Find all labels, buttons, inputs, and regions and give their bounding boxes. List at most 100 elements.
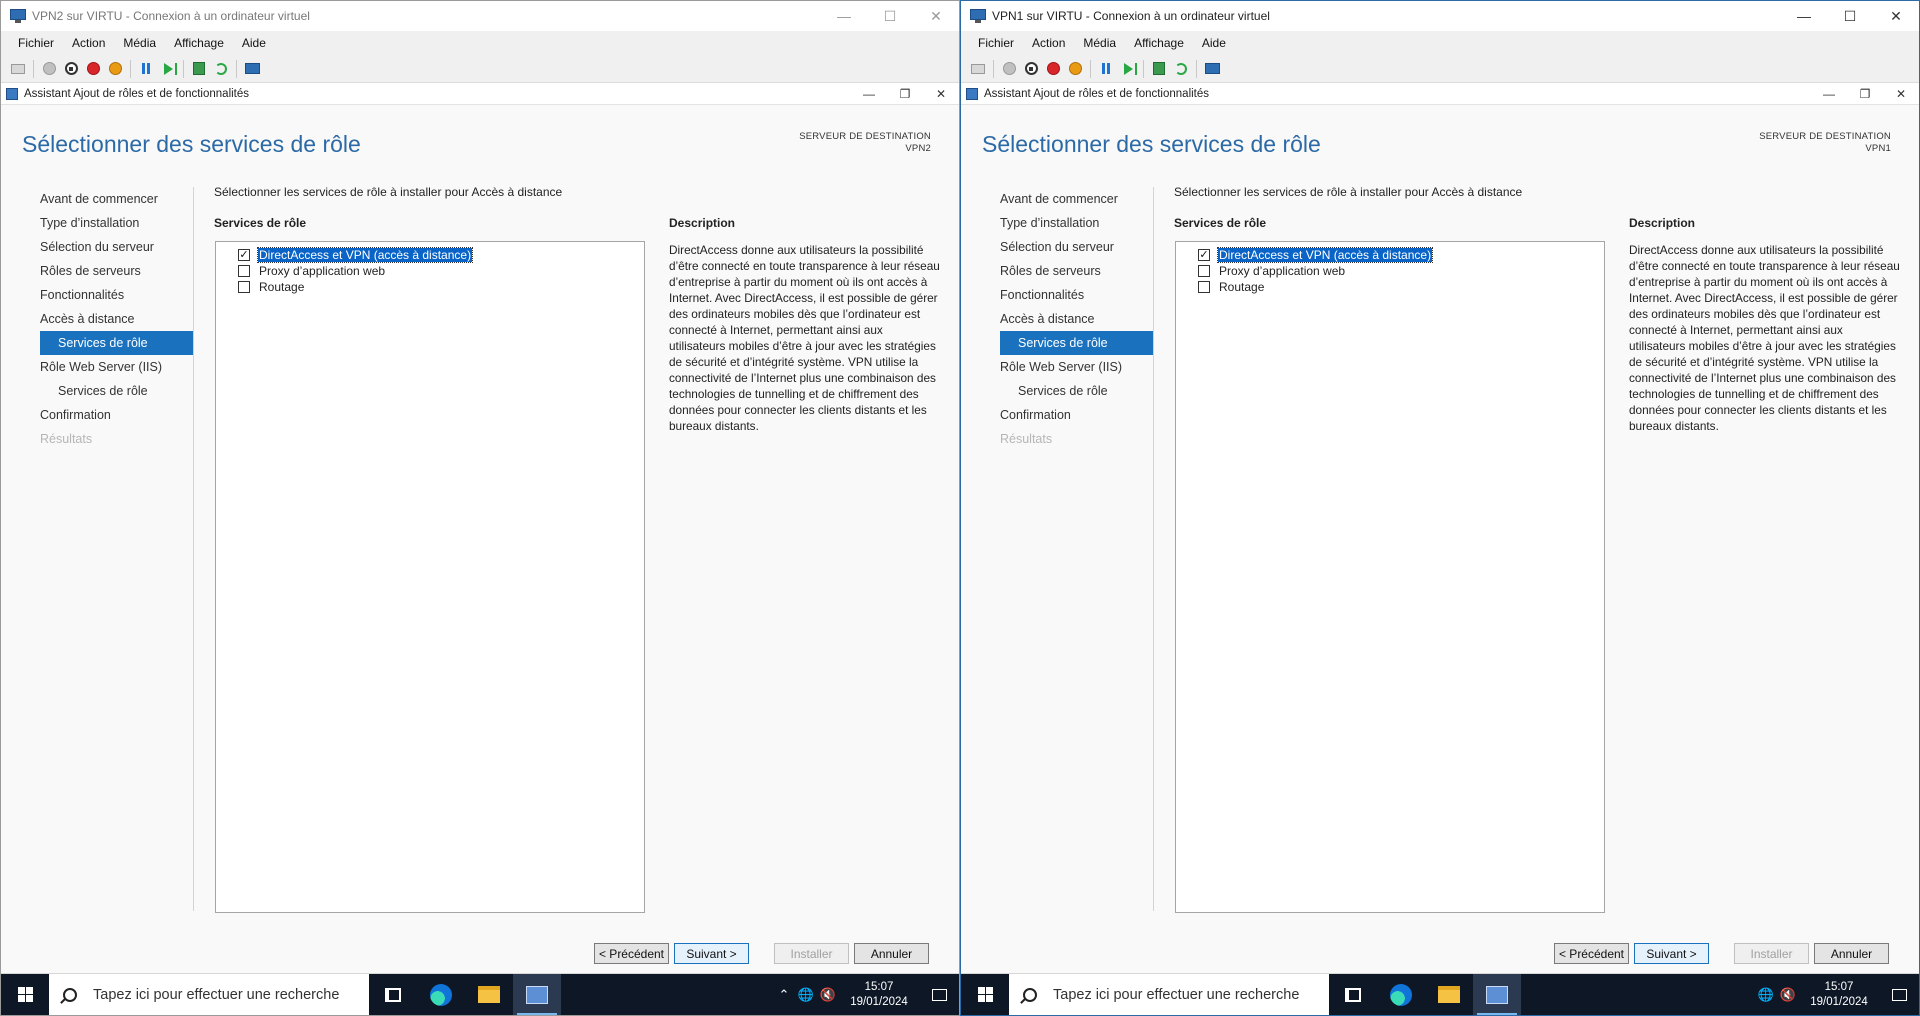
role-service-item[interactable]: ✓ DirectAccess et VPN (accès à distance) [1176, 247, 1604, 263]
wizard-nav-item[interactable]: Sélection du serveur [1000, 235, 1153, 259]
role-service-item[interactable]: Proxy d’application web [1176, 263, 1604, 279]
pause-icon[interactable] [1098, 61, 1114, 77]
shutdown-icon[interactable] [85, 61, 101, 77]
role-service-item[interactable]: Routage [1176, 279, 1604, 295]
menu-fichier[interactable]: Fichier [969, 36, 1023, 50]
reset-icon[interactable] [160, 61, 177, 77]
wizard-nav-item[interactable]: Services de rôle [40, 379, 193, 403]
windows-start-icon[interactable] [961, 974, 1009, 1015]
menu-aide[interactable]: Aide [233, 36, 275, 50]
wizard-nav-item[interactable]: Fonctionnalités [40, 283, 193, 307]
vm-titlebar[interactable]: VPN1 sur VIRTU - Connexion à un ordinate… [961, 1, 1919, 31]
role-service-checkbox[interactable] [1198, 265, 1210, 277]
close-icon[interactable]: ✕ [923, 83, 959, 105]
enhanced-session-icon[interactable] [244, 61, 260, 77]
vm-titlebar[interactable]: VPN2 sur VIRTU - Connexion à un ordinate… [1, 1, 959, 31]
previous-button[interactable]: < Précédent [1554, 943, 1629, 964]
role-services-list[interactable]: ✓ DirectAccess et VPN (accès à distance) P… [1175, 241, 1605, 913]
network-globe-icon[interactable]: 🌐 [1755, 987, 1777, 1003]
taskbar-clock[interactable]: 15:07 19/01/2024 [1799, 980, 1879, 1010]
task-view-icon[interactable] [369, 974, 417, 1015]
wizard-nav-item[interactable]: Fonctionnalités [1000, 283, 1153, 307]
maximize-icon[interactable]: ☐ [1827, 1, 1873, 31]
restore-icon[interactable]: ❐ [887, 83, 923, 105]
save-icon[interactable] [1067, 61, 1083, 77]
wizard-nav-item[interactable]: Accès à distance [1000, 307, 1153, 331]
chevron-up-icon[interactable]: ⌃ [773, 987, 795, 1003]
task-view-icon[interactable] [1329, 974, 1377, 1015]
revert-icon[interactable] [1173, 61, 1189, 77]
ctrl-alt-del-icon[interactable] [970, 61, 986, 77]
wizard-nav-item[interactable]: Accès à distance [40, 307, 193, 331]
minimize-icon[interactable]: — [1781, 1, 1827, 31]
enhanced-session-icon[interactable] [1204, 61, 1220, 77]
wizard-nav-item[interactable]: Services de rôle [1000, 331, 1153, 355]
taskbar-clock[interactable]: 15:07 19/01/2024 [839, 980, 919, 1010]
wizard-titlebar[interactable]: Assistant Ajout de rôles et de fonctionn… [1, 83, 959, 105]
close-icon[interactable]: ✕ [913, 1, 959, 31]
volume-muted-icon[interactable]: 🔇 [817, 987, 839, 1003]
wizard-nav-item[interactable]: Type d’installation [1000, 211, 1153, 235]
role-service-checkbox[interactable] [238, 281, 250, 293]
menu-aide[interactable]: Aide [1193, 36, 1235, 50]
maximize-icon[interactable]: ☐ [867, 1, 913, 31]
minimize-icon[interactable]: — [1811, 83, 1847, 105]
minimize-icon[interactable]: — [821, 1, 867, 31]
checkpoint-icon[interactable] [1151, 61, 1167, 77]
wizard-nav-item[interactable]: Confirmation [40, 403, 193, 427]
wizard-nav-item[interactable]: Rôles de serveurs [1000, 259, 1153, 283]
windows-start-icon[interactable] [1, 974, 49, 1015]
role-service-checkbox[interactable]: ✓ [238, 249, 250, 261]
close-icon[interactable]: ✕ [1873, 1, 1919, 31]
role-service-item[interactable]: Routage [216, 279, 644, 295]
taskbar-search[interactable]: Tapez ici pour effectuer une recherche [49, 974, 369, 1015]
file-explorer-icon[interactable] [1425, 974, 1473, 1015]
menu-affichage[interactable]: Affichage [165, 36, 233, 50]
cancel-button[interactable]: Annuler [1814, 943, 1889, 964]
ctrl-alt-del-icon[interactable] [10, 61, 26, 77]
shutdown-icon[interactable] [1045, 61, 1061, 77]
volume-muted-icon[interactable]: 🔇 [1777, 987, 1799, 1003]
cancel-button[interactable]: Annuler [854, 943, 929, 964]
hyper-v-connection-icon[interactable] [513, 974, 561, 1015]
hyper-v-connection-icon[interactable] [1473, 974, 1521, 1015]
wizard-nav-item[interactable]: Avant de commencer [40, 187, 193, 211]
pause-icon[interactable] [138, 61, 154, 77]
role-service-item[interactable]: Proxy d’application web [216, 263, 644, 279]
next-button[interactable]: Suivant > [1634, 943, 1709, 964]
role-service-item[interactable]: ✓ DirectAccess et VPN (accès à distance) [216, 247, 644, 263]
role-service-checkbox[interactable] [238, 265, 250, 277]
menu-fichier[interactable]: Fichier [9, 36, 63, 50]
wizard-nav-item[interactable]: Rôle Web Server (IIS) [1000, 355, 1153, 379]
turn-off-icon[interactable] [63, 61, 79, 77]
file-explorer-icon[interactable] [465, 974, 513, 1015]
revert-icon[interactable] [213, 61, 229, 77]
role-services-list[interactable]: ✓ DirectAccess et VPN (accès à distance) P… [215, 241, 645, 913]
menu-affichage[interactable]: Affichage [1125, 36, 1193, 50]
wizard-nav-item[interactable]: Services de rôle [1000, 379, 1153, 403]
start-icon[interactable] [41, 61, 57, 77]
wizard-nav-item[interactable]: Avant de commencer [1000, 187, 1153, 211]
wizard-titlebar[interactable]: Assistant Ajout de rôles et de fonctionn… [961, 83, 1919, 105]
notification-icon[interactable] [919, 974, 959, 1015]
menu-action[interactable]: Action [1023, 36, 1074, 50]
checkpoint-icon[interactable] [191, 61, 207, 77]
notification-icon[interactable] [1879, 974, 1919, 1015]
wizard-nav-item[interactable]: Confirmation [1000, 403, 1153, 427]
network-globe-icon[interactable]: 🌐 [795, 987, 817, 1003]
menu-media[interactable]: Média [114, 36, 165, 50]
save-icon[interactable] [107, 61, 123, 77]
menu-media[interactable]: Média [1074, 36, 1125, 50]
wizard-nav-item[interactable]: Rôles de serveurs [40, 259, 193, 283]
close-icon[interactable]: ✕ [1883, 83, 1919, 105]
wizard-nav-item[interactable]: Services de rôle [40, 331, 193, 355]
role-service-checkbox[interactable] [1198, 281, 1210, 293]
minimize-icon[interactable]: — [851, 83, 887, 105]
edge-icon[interactable] [1377, 974, 1425, 1015]
role-service-checkbox[interactable]: ✓ [1198, 249, 1210, 261]
start-icon[interactable] [1001, 61, 1017, 77]
wizard-nav-item[interactable]: Type d’installation [40, 211, 193, 235]
wizard-nav-item[interactable]: Sélection du serveur [40, 235, 193, 259]
taskbar-search[interactable]: Tapez ici pour effectuer une recherche [1009, 974, 1329, 1015]
reset-icon[interactable] [1120, 61, 1137, 77]
